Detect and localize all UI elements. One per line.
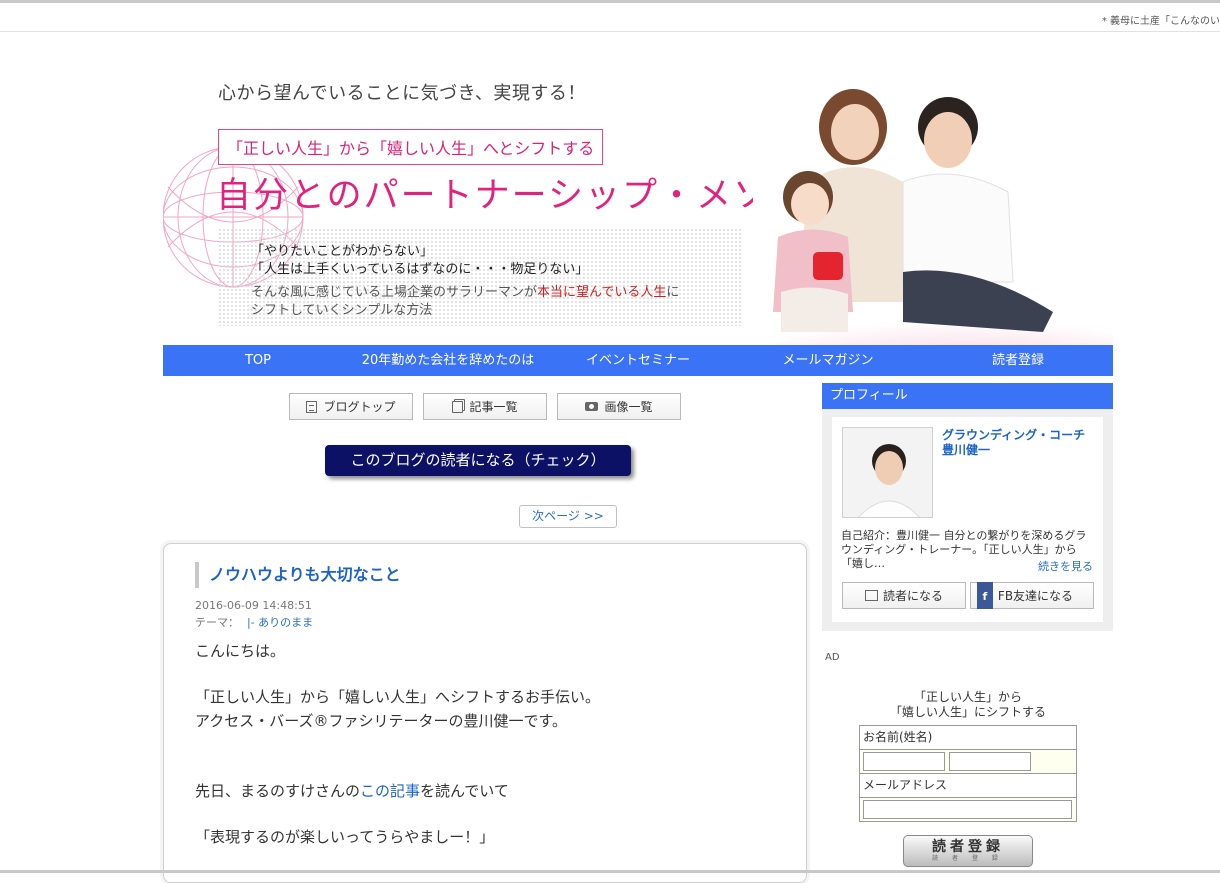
article-theme: テーマ： |- ありのまま: [195, 614, 313, 630]
header-description-1: そんな風に感じている上場企業のサラリーマンが本当に望んでいる人生に: [251, 281, 679, 300]
theme-label: テーマ：: [195, 616, 239, 629]
nav-newsletter[interactable]: メールマガジン: [733, 345, 923, 376]
profile-heading: プロフィール: [822, 383, 1113, 409]
article-list-button[interactable]: 記事一覧: [423, 393, 547, 420]
profile-title-line1: グラウンディング・コーチ: [942, 428, 1086, 442]
article-paragraph: 先日、まるのすけさんのこの記事を読んでいて: [195, 780, 509, 801]
news-ticker[interactable]: * 義母に土産「こんなのい: [1102, 12, 1220, 27]
paragraph-part: を読んでいて: [420, 782, 509, 800]
desc-part-a: そんな風に感じている上場企業のサラリーマンが: [251, 285, 538, 300]
book-icon: [864, 590, 878, 601]
ad-label: AD: [825, 652, 840, 663]
camera-icon: [585, 402, 599, 411]
email-field[interactable]: [863, 800, 1072, 819]
article-paragraph: 「表現するのが楽しいってうらやましー！」: [195, 828, 495, 846]
nav-register[interactable]: 読者登録: [923, 345, 1113, 376]
article-title[interactable]: ノウハウよりも大切なこと: [195, 562, 401, 588]
blog-article: ノウハウよりも大切なこと 2016-06-09 14:48:51 テーマ： |- …: [163, 543, 807, 883]
person-icon: [843, 428, 932, 517]
desc-highlight: 本当に望んでいる人生: [537, 285, 667, 300]
desc-part-b: に: [666, 285, 680, 300]
article-paragraph: 「正しい人生」から「嬉しい人生」へシフトするお手伝い。: [195, 688, 601, 706]
header-tagline: 心から望んでいることに気づき、実現する！: [218, 83, 586, 104]
email-input-row: [860, 798, 1076, 822]
blog-top-button[interactable]: ブログトップ: [289, 393, 413, 420]
image-list-label: 画像一覧: [604, 400, 653, 414]
name-label: お名前(姓名): [860, 726, 1076, 750]
blog-header: 心から望んでいることに気づき、実現する！ 「正しい人生」から「嬉しい人生」へとシ…: [163, 32, 1113, 345]
avatar[interactable]: [842, 427, 933, 518]
image-list-button[interactable]: 画像一覧: [557, 393, 681, 420]
signup-caption: 「正しい人生」から 「嬉しい人生」にシフトする: [859, 690, 1077, 720]
header-subtitle-box: 「正しい人生」から「嬉しい人生」へとシフトする: [218, 129, 604, 165]
signup-caption-line1: 「正しい人生」から: [913, 690, 1022, 704]
next-page-link[interactable]: 次ページ >>: [519, 505, 617, 528]
blog-top-label: ブログトップ: [323, 400, 396, 414]
profile-title-line2: 豊川健一: [942, 443, 991, 457]
article-list-label: 記事一覧: [469, 400, 518, 414]
theme-link[interactable]: |- ありのまま: [247, 616, 313, 629]
register-label: 読者登録: [932, 839, 1004, 855]
profile-name[interactable]: グラウンディング・コーチ 豊川健一: [942, 428, 1085, 458]
signup-form: お名前(姓名) メールアドレス: [859, 725, 1077, 822]
list-icon: [306, 400, 318, 413]
nav-top[interactable]: TOP: [163, 345, 353, 376]
this-article-link[interactable]: この記事: [360, 782, 420, 800]
facebook-icon: f: [976, 582, 993, 609]
documents-icon: [452, 400, 464, 413]
global-nav: TOP 20年勤めた会社を辞めたのは イベントセミナー メールマガジン 読者登録: [163, 345, 1113, 376]
email-label: メールアドレス: [860, 774, 1076, 798]
last-name-input[interactable]: [863, 752, 945, 771]
become-reader-button[interactable]: このブログの読者になる（チェック）: [325, 445, 631, 476]
article-date: 2016-06-09 14:48:51: [195, 599, 312, 612]
profile-card: グラウンディング・コーチ 豊川健一 自己紹介：豊川健一 自分との繋がりを深めるグ…: [832, 417, 1103, 622]
family-photo: [753, 32, 1113, 345]
top-bar: * 義母に土産「こんなのい: [0, 3, 1220, 32]
blog-title: 自分とのパートナーシップ・メソッド: [216, 176, 844, 216]
nav-why-quit[interactable]: 20年勤めた会社を辞めたのは: [353, 345, 543, 376]
read-more-link[interactable]: 続きを見る: [1038, 558, 1093, 574]
header-description-2: シフトしていくシンプルな方法: [251, 303, 433, 318]
name-inputs-row: [860, 750, 1076, 774]
article-paragraph: アクセス・バーズ®ファシリテーターの豊川健一です。: [195, 712, 568, 730]
register-sublabel: 読 者 登 録: [932, 855, 1004, 862]
follow-reader-button[interactable]: 読者になる: [842, 582, 966, 609]
signup-caption-line2: 「嬉しい人生」にシフトする: [889, 705, 1046, 719]
article-paragraph: こんにちは。: [195, 642, 286, 660]
paragraph-part: 先日、まるのすけさんの: [195, 782, 361, 800]
follow-reader-label: 読者になる: [882, 589, 943, 603]
register-button[interactable]: 読者登録 読 者 登 録: [903, 835, 1033, 867]
first-name-input[interactable]: [949, 752, 1031, 771]
header-quote-1: 「やりたいことがわからない」: [251, 244, 434, 259]
header-quote-2: 「人生は上手くいっているはずなのに・・・物足りない」: [251, 262, 589, 277]
fb-friend-button[interactable]: f FB友達になる: [970, 582, 1094, 609]
fb-friend-label: FB友達になる: [997, 589, 1074, 603]
nav-events[interactable]: イベントセミナー: [543, 345, 733, 376]
profile-box: グラウンディング・コーチ 豊川健一 自己紹介：豊川健一 自分との繋がりを深めるグ…: [822, 409, 1113, 631]
